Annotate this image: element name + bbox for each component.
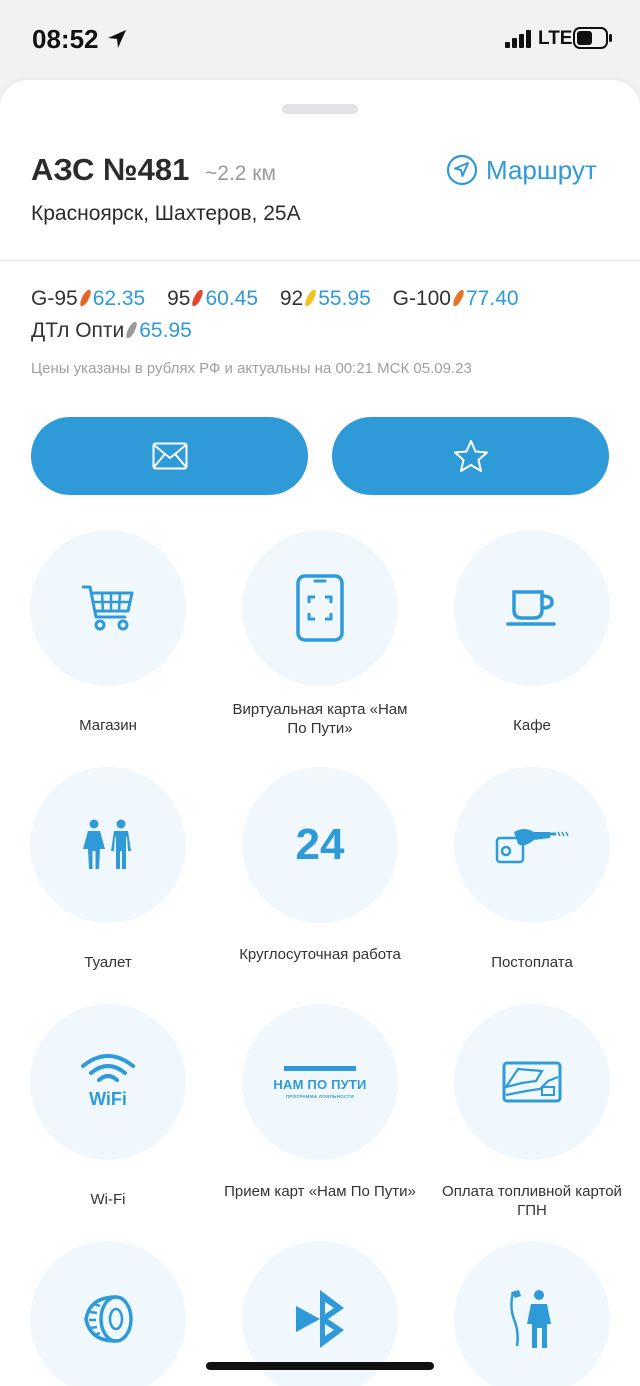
service-icon-circle[interactable]: [454, 1241, 610, 1386]
service-loyalty-cards[interactable]: НАМ ПО ПУТИ ПРОГРАММА ЛОЯЛЬНОСТИ Прием к…: [214, 1004, 426, 1200]
tire-icon: [84, 1295, 133, 1343]
service-virtual-card[interactable]: Виртуальная карта «Нам По Пути»: [214, 530, 426, 737]
24h-icon: 24: [295, 820, 345, 869]
envelope-icon: [152, 442, 187, 470]
fuel-drop-icon: [304, 288, 318, 308]
service-toilet[interactable]: Туалет: [2, 767, 214, 971]
fuel-price: 55.95: [318, 287, 371, 310]
service-label: Прием карт «Нам По Пути»: [224, 1183, 416, 1200]
home-indicator[interactable]: [206, 1362, 434, 1370]
sheet-drag-handle[interactable]: [282, 104, 358, 114]
fuel-prices: G-95 62.35 95 60.45 92 55.95 G-100 77.40 ДТл…: [31, 283, 621, 347]
fuel-name: 95: [167, 287, 191, 310]
fuel-attendant-icon: [510, 1290, 551, 1348]
fuel-nozzle-icon: [495, 829, 569, 864]
price-item: 95 60.45: [167, 283, 258, 315]
service-label: Туалет: [84, 954, 132, 971]
service-24h[interactable]: 24 Круглосуточная работа: [214, 767, 426, 963]
service-icon-circle[interactable]: [242, 530, 398, 686]
service-label: Виртуальная карта «Нам По Пути»: [232, 701, 408, 737]
service-icon-circle[interactable]: WiFi: [30, 1004, 186, 1160]
fuel-drop-icon: [125, 320, 139, 340]
price-item: G-100 77.40: [393, 283, 519, 315]
price-item: G-95 62.35: [31, 283, 145, 315]
fuel-name: G-95: [31, 287, 78, 310]
service-tire[interactable]: [2, 1241, 214, 1386]
bluetooth-icon: [296, 1290, 344, 1348]
service-cafe[interactable]: Кафе: [426, 530, 638, 734]
nam-po-puti-logo-icon: НАМ ПО ПУТИ ПРОГРАММА ЛОЯЛЬНОСТИ: [273, 1065, 367, 1099]
feedback-button[interactable]: [31, 417, 308, 495]
service-postpayment[interactable]: Постоплата: [426, 767, 638, 971]
fuel-name: G-100: [392, 287, 451, 310]
fuel-drop-icon: [78, 288, 92, 308]
station-distance: ~2.2 км: [205, 162, 276, 185]
star-icon: [453, 440, 488, 472]
service-label: Кафе: [513, 717, 551, 734]
route-label: Маршрут: [486, 154, 597, 185]
status-bar: 08:52 LTE: [0, 0, 640, 80]
station-title: АЗС №481: [31, 152, 190, 187]
service-label: Магазин: [79, 717, 137, 734]
service-icon-circle[interactable]: 24: [242, 767, 398, 923]
divider: [0, 260, 640, 261]
service-wifi[interactable]: WiFi Wi-Fi: [2, 1004, 214, 1208]
service-icon-circle[interactable]: [30, 767, 186, 923]
service-gpn-fuel-card[interactable]: Оплата топливной картой ГПН: [426, 1004, 638, 1219]
fuel-card-icon: [502, 1061, 562, 1103]
fuel-price: 60.45: [205, 287, 259, 310]
network-type: LTE: [538, 28, 573, 49]
status-time: 08:52: [32, 24, 99, 54]
favorite-button[interactable]: [332, 417, 609, 495]
service-icon-circle[interactable]: [30, 1241, 186, 1386]
route-button[interactable]: Маршрут: [446, 154, 597, 186]
service-shop[interactable]: Магазин: [2, 530, 214, 734]
fuel-drop-icon: [452, 288, 465, 308]
fuel-price: 77.40: [466, 287, 519, 310]
phone-scan-icon: [296, 574, 344, 642]
service-icon-circle[interactable]: [454, 767, 610, 923]
station-address: Красноярск, Шахтеров, 25А: [31, 202, 301, 225]
fuel-name: ДТл Опти: [31, 319, 125, 342]
service-icon-circle[interactable]: [30, 530, 186, 686]
service-icon-circle[interactable]: [454, 530, 610, 686]
wifi-icon-text: WiFi: [89, 1089, 127, 1109]
price-item: 92 55.95: [280, 283, 371, 315]
service-label: Wi-Fi: [90, 1191, 126, 1208]
navigation-arrow-icon: [446, 154, 478, 186]
logo-subtext: ПРОГРАММА ЛОЯЛЬНОСТИ: [285, 1093, 355, 1099]
cart-icon: [82, 585, 134, 631]
station-sheet: АЗС №481 ~2.2 км Маршрут Красноярск, Шах…: [0, 80, 640, 1386]
signal-icon: [505, 30, 531, 48]
fuel-name: 92: [279, 287, 304, 310]
coffee-cup-icon: [506, 590, 556, 626]
service-icon-circle[interactable]: НАМ ПО ПУТИ ПРОГРАММА ЛОЯЛЬНОСТИ: [242, 1004, 398, 1160]
service-label: Постоплата: [491, 954, 573, 971]
price-item: ДТл Опти 65.95: [31, 315, 192, 347]
fuel-price: 65.95: [139, 319, 192, 342]
fuel-price: 62.35: [92, 287, 146, 310]
service-label: Круглосуточная работа: [239, 946, 401, 963]
service-fuel-attendant[interactable]: [426, 1241, 638, 1386]
logo-text: НАМ ПО ПУТИ: [273, 1076, 367, 1092]
wifi-icon: WiFi: [80, 1054, 136, 1110]
price-note: Цены указаны в рублях РФ и актуальны на …: [31, 360, 472, 377]
battery-icon: [573, 27, 612, 49]
service-label: Оплата топливной картой ГПН: [442, 1183, 622, 1219]
service-icon-circle[interactable]: [454, 1004, 610, 1160]
toilet-icon: [83, 819, 131, 869]
location-arrow-icon: [108, 30, 126, 48]
fuel-drop-icon: [191, 288, 205, 308]
